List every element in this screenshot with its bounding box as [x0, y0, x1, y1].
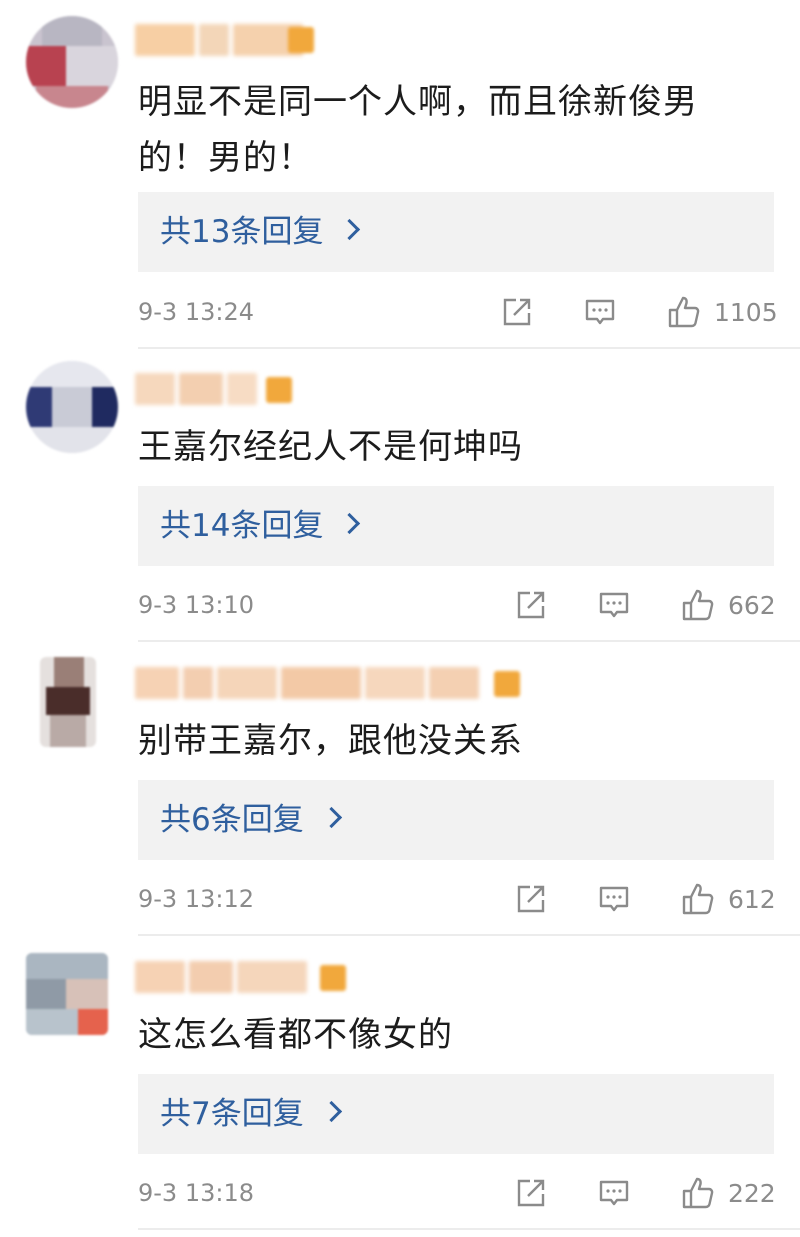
username[interactable]	[135, 667, 515, 699]
avatar[interactable]	[26, 16, 118, 108]
replies-label: 共14条回复	[160, 508, 324, 544]
comment-text: 别带王嘉尔，跟他没关系	[138, 721, 523, 761]
thumbs-up-icon[interactable]	[680, 1175, 716, 1211]
chevron-right-icon	[338, 218, 361, 241]
divider	[138, 640, 800, 642]
chevron-right-icon	[320, 806, 343, 829]
comment-item: 这怎么看都不像女的 共7条回复 9-3 13:18 222	[0, 937, 800, 1230]
replies-label: 共6条回复	[160, 802, 304, 838]
comment-icon[interactable]	[596, 881, 632, 917]
divider	[138, 1228, 800, 1230]
comment-text: 这怎么看都不像女的	[138, 1015, 453, 1055]
avatar[interactable]	[26, 953, 108, 1035]
view-replies-button[interactable]: 共7条回复	[138, 1074, 774, 1154]
comment-text: 明显不是同一个人啊，而且徐新俊男的！男的！	[138, 82, 698, 178]
vip-badge	[266, 377, 292, 403]
chevron-right-icon	[338, 512, 361, 535]
avatar[interactable]	[26, 361, 118, 453]
divider	[138, 934, 800, 936]
comment-meta: 9-3 13:24 1105	[138, 294, 778, 334]
like-count: 222	[728, 1179, 776, 1208]
username[interactable]	[135, 373, 325, 405]
comment-text: 王嘉尔经纪人不是何坤吗	[138, 427, 523, 467]
replies-label: 共13条回复	[160, 214, 324, 250]
username[interactable]	[135, 961, 325, 993]
share-icon[interactable]	[512, 587, 548, 623]
comment-item: 别带王嘉尔，跟他没关系 共6条回复 9-3 13:12 612	[0, 643, 800, 936]
view-replies-button[interactable]: 共13条回复	[138, 192, 774, 272]
like-count: 1105	[714, 298, 778, 327]
comment-meta: 9-3 13:12 612	[138, 881, 778, 921]
thumbs-up-icon[interactable]	[666, 294, 702, 330]
like-count: 662	[728, 591, 776, 620]
thumbs-up-icon[interactable]	[680, 881, 716, 917]
timestamp: 9-3 13:18	[138, 1179, 254, 1207]
share-icon[interactable]	[512, 881, 548, 917]
thumbs-up-icon[interactable]	[680, 587, 716, 623]
comment-icon[interactable]	[582, 294, 618, 330]
comment-item: 明显不是同一个人啊，而且徐新俊男的！男的！ 共13条回复 9-3 13:24 1…	[0, 0, 800, 349]
view-replies-button[interactable]: 共6条回复	[138, 780, 774, 860]
view-replies-button[interactable]: 共14条回复	[138, 486, 774, 566]
comment-icon[interactable]	[596, 587, 632, 623]
timestamp: 9-3 13:24	[138, 298, 254, 326]
chevron-right-icon	[320, 1100, 343, 1123]
comment-meta: 9-3 13:18 222	[138, 1175, 778, 1215]
share-icon[interactable]	[498, 294, 534, 330]
comment-icon[interactable]	[596, 1175, 632, 1211]
share-icon[interactable]	[512, 1175, 548, 1211]
vip-badge	[288, 27, 314, 53]
comment-item: 王嘉尔经纪人不是何坤吗 共14条回复 9-3 13:10 662	[0, 349, 800, 642]
timestamp: 9-3 13:12	[138, 885, 254, 913]
avatar[interactable]	[40, 657, 96, 747]
comment-meta: 9-3 13:10 662	[138, 587, 778, 627]
vip-badge	[494, 671, 520, 697]
timestamp: 9-3 13:10	[138, 591, 254, 619]
vip-badge	[320, 965, 346, 991]
like-count: 612	[728, 885, 776, 914]
replies-label: 共7条回复	[160, 1096, 304, 1132]
